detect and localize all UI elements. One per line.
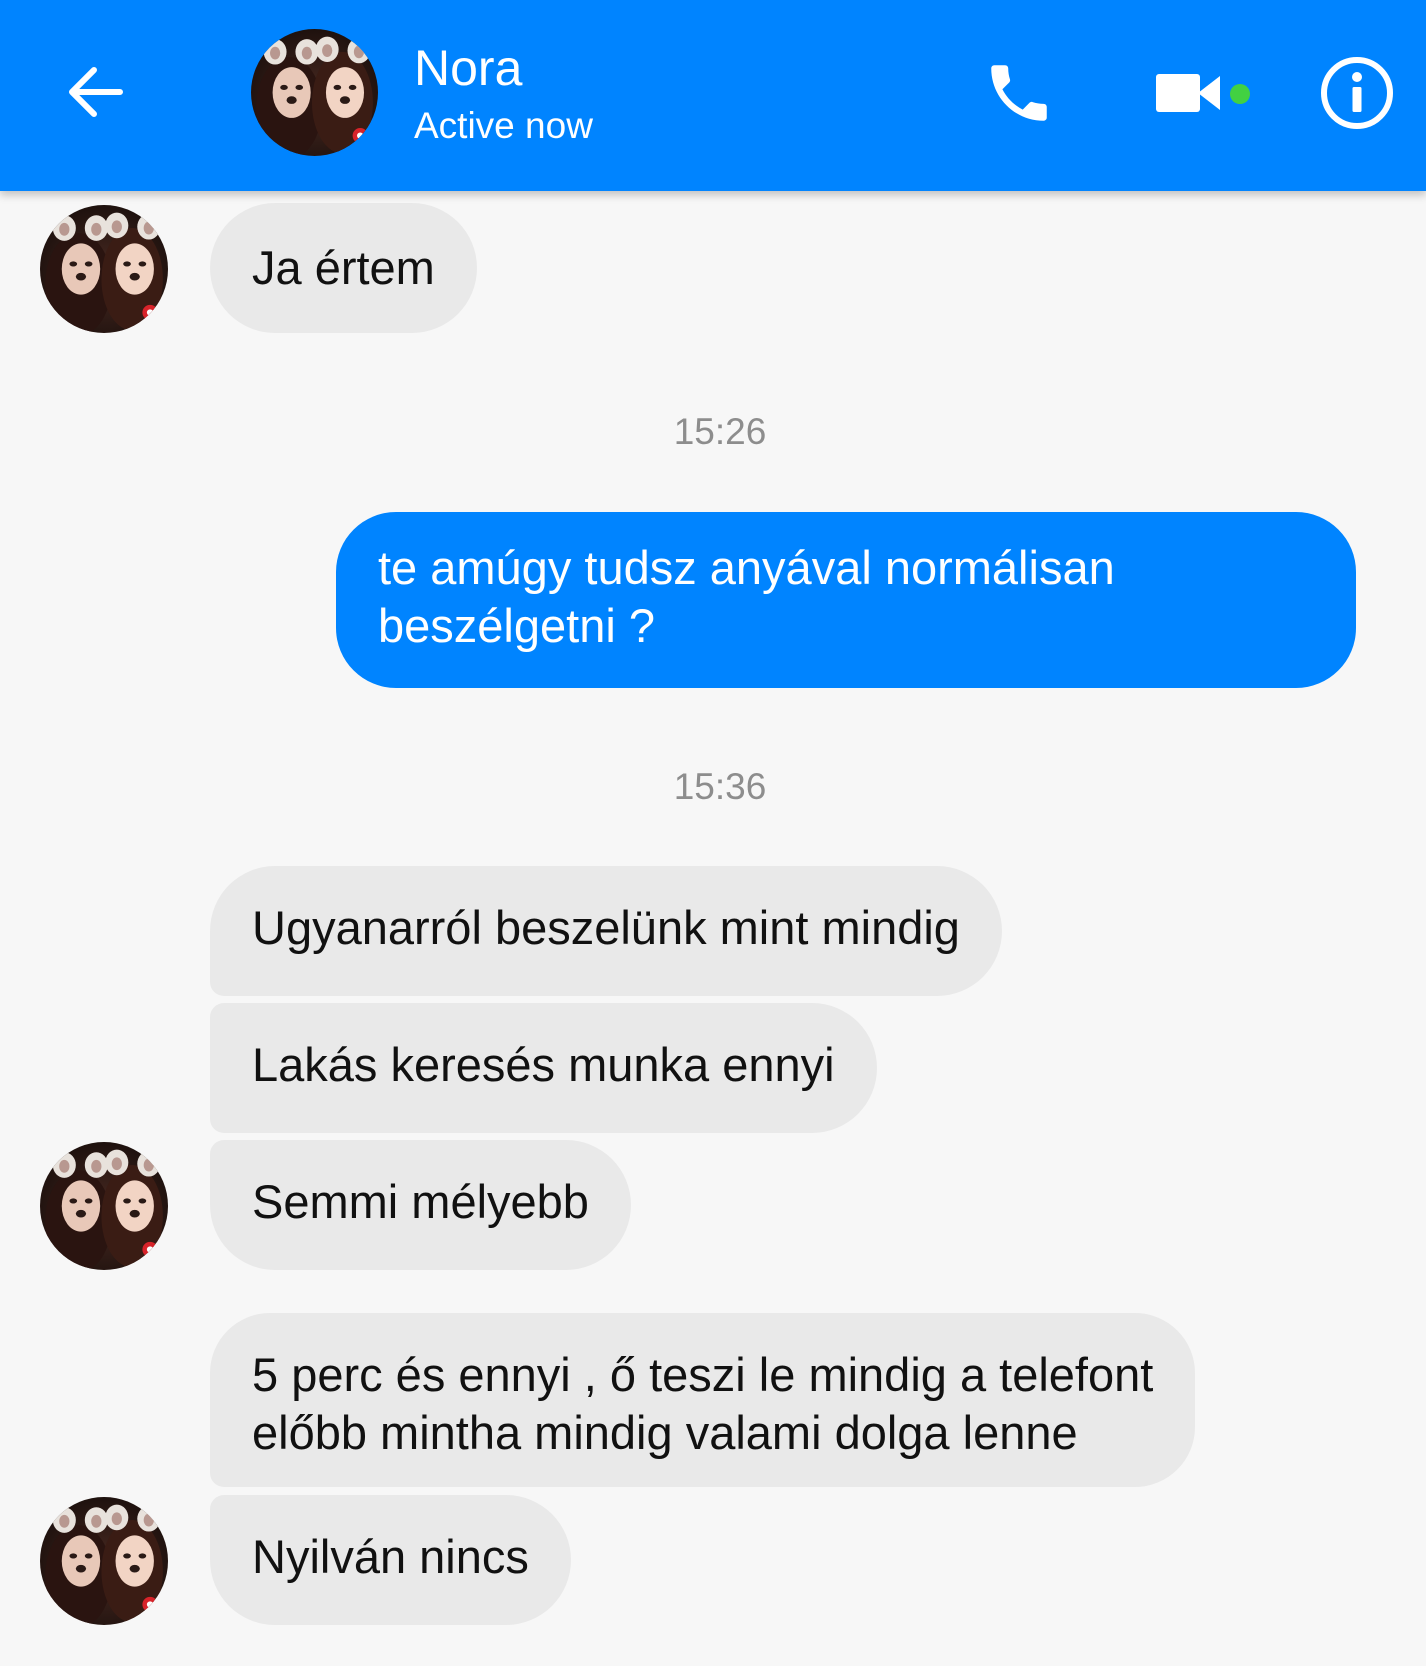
avatar-image xyxy=(40,1497,168,1625)
message-timestamp: 15:26 xyxy=(673,411,767,452)
message-text: Lakás keresés munka ennyi xyxy=(252,1038,835,1091)
message-bubble-incoming[interactable]: Semmi mélyebb xyxy=(210,1140,631,1270)
sender-avatar[interactable] xyxy=(40,1142,168,1270)
message-bubble-incoming[interactable]: Lakás keresés munka ennyi xyxy=(210,1003,877,1133)
back-arrow-icon xyxy=(69,67,123,117)
voice-call-button[interactable] xyxy=(982,56,1056,130)
avatar-image xyxy=(40,205,168,333)
info-icon xyxy=(1321,57,1393,129)
contact-name[interactable]: Nora xyxy=(414,40,522,96)
chat-header: Nora Active now xyxy=(0,0,1426,191)
back-button[interactable] xyxy=(62,58,130,126)
online-indicator xyxy=(1230,84,1250,104)
contact-avatar[interactable] xyxy=(251,29,378,156)
message-text: Nyilván nincs xyxy=(252,1530,529,1583)
message-text: Ugyanarról beszelünk mint mindig xyxy=(252,901,960,954)
message-bubble-incoming[interactable]: Ugyanarról beszelünk mint mindig xyxy=(210,866,1002,996)
avatar-image xyxy=(40,1142,168,1270)
message-bubble-incoming[interactable]: 5 perc és ennyi , ő teszi le mindig a te… xyxy=(210,1313,1196,1487)
conversation-info-button[interactable] xyxy=(1318,54,1396,132)
avatar-image xyxy=(251,29,378,156)
message-bubble-outgoing[interactable]: te amúgy tudsz anyával normálisan beszél… xyxy=(336,512,1356,688)
message-text-line: beszélgetni ? xyxy=(378,599,655,652)
video-camera-icon xyxy=(1156,74,1220,112)
message-text: Semmi mélyebb xyxy=(252,1175,589,1228)
message-text-line: 5 perc és ennyi , ő teszi le mindig a te… xyxy=(252,1348,1154,1401)
phone-icon xyxy=(991,65,1047,121)
message-text-line: te amúgy tudsz anyával normálisan xyxy=(378,541,1115,594)
contact-status: Active now xyxy=(414,105,593,146)
message-text: Ja értem xyxy=(252,241,435,294)
sender-avatar[interactable] xyxy=(40,1497,168,1625)
sender-avatar[interactable] xyxy=(40,205,168,333)
message-bubble-incoming[interactable]: Ja értem xyxy=(210,203,477,333)
message-bubble-incoming[interactable]: Nyilván nincs xyxy=(210,1495,571,1625)
message-timestamp: 15:36 xyxy=(673,766,767,807)
video-call-button[interactable] xyxy=(1154,66,1224,120)
message-text-line: előbb mintha mindig valami dolga lenne xyxy=(252,1406,1078,1459)
